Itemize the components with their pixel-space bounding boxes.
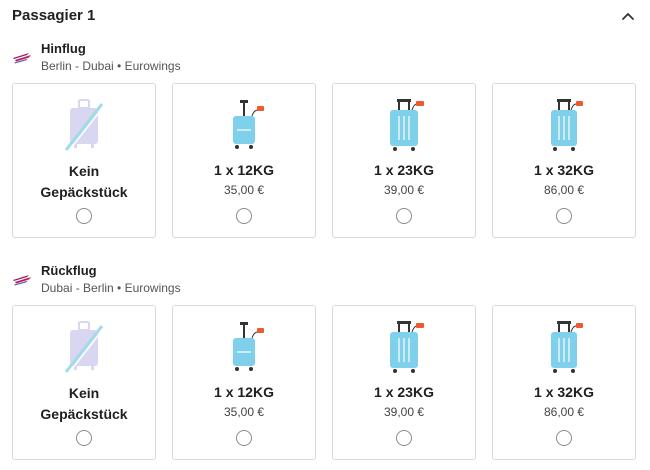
radio-button[interactable] bbox=[76, 208, 92, 224]
baggage-option-23kg[interactable]: 1 x 23KG 39,00 € bbox=[332, 83, 476, 238]
flight-route: Dubai - Berlin • Eurowings bbox=[41, 281, 181, 295]
baggage-option-12kg[interactable]: 1 x 12KG 35,00 € bbox=[172, 83, 316, 238]
no-baggage-line2: Gepäckstück bbox=[40, 184, 128, 200]
flight-outbound: Hinflug Berlin - Dubai • Eurowings Kein … bbox=[12, 41, 640, 238]
radio-button[interactable] bbox=[556, 208, 572, 224]
suitcase-small-icon bbox=[222, 98, 266, 154]
chevron-up-icon[interactable] bbox=[620, 8, 636, 24]
flight-route: Berlin - Dubai • Eurowings bbox=[41, 59, 181, 73]
passenger-header: Passagier 1 bbox=[12, 5, 640, 27]
baggage-options: Kein Gepäckstück 1 x 12KG 35,00 € 1 x 23… bbox=[12, 305, 640, 463]
radio-button[interactable] bbox=[556, 430, 572, 446]
baggage-price: 39,00 € bbox=[383, 405, 425, 419]
no-baggage-label: Kein Gepäckstück bbox=[13, 161, 155, 203]
radio-button[interactable] bbox=[236, 208, 252, 224]
flight-return: Rückflug Dubai - Berlin • Eurowings Kein… bbox=[12, 263, 640, 460]
no-baggage-line1: Kein bbox=[68, 163, 100, 179]
baggage-weight: 1 x 32KG bbox=[534, 384, 594, 400]
no-luggage-icon bbox=[62, 320, 106, 376]
suitcase-large-icon bbox=[542, 98, 586, 154]
baggage-price: 39,00 € bbox=[383, 183, 425, 197]
baggage-weight: 1 x 12KG bbox=[214, 162, 274, 178]
baggage-price: 86,00 € bbox=[543, 183, 585, 197]
flight-header: Rückflug Dubai - Berlin • Eurowings bbox=[12, 263, 640, 299]
radio-button[interactable] bbox=[76, 430, 92, 446]
baggage-option-none[interactable]: Kein Gepäckstück bbox=[12, 83, 156, 238]
suitcase-medium-icon bbox=[382, 320, 426, 376]
baggage-weight: 1 x 23KG bbox=[374, 384, 434, 400]
baggage-option-32kg[interactable]: 1 x 32KG 86,00 € bbox=[492, 83, 636, 238]
baggage-option-none[interactable]: Kein Gepäckstück bbox=[12, 305, 156, 460]
suitcase-large-icon bbox=[542, 320, 586, 376]
eurowings-logo-icon bbox=[12, 273, 32, 286]
radio-button[interactable] bbox=[396, 430, 412, 446]
eurowings-logo-icon bbox=[12, 51, 32, 64]
baggage-options: Kein Gepäckstück 1 x 12KG 35,00 € 1 x 23… bbox=[12, 83, 640, 241]
radio-button[interactable] bbox=[236, 430, 252, 446]
no-baggage-label: Kein Gepäckstück bbox=[13, 383, 155, 425]
baggage-weight: 1 x 23KG bbox=[374, 162, 434, 178]
baggage-price: 35,00 € bbox=[223, 405, 265, 419]
no-baggage-line1: Kein bbox=[68, 385, 100, 401]
baggage-price: 35,00 € bbox=[223, 183, 265, 197]
flight-header: Hinflug Berlin - Dubai • Eurowings bbox=[12, 41, 640, 77]
passenger-title: Passagier 1 bbox=[12, 7, 96, 24]
baggage-weight: 1 x 12KG bbox=[214, 384, 274, 400]
flight-title: Rückflug bbox=[41, 263, 97, 278]
no-baggage-line2: Gepäckstück bbox=[40, 406, 128, 422]
baggage-weight: 1 x 32KG bbox=[534, 162, 594, 178]
suitcase-small-icon bbox=[222, 320, 266, 376]
baggage-option-32kg[interactable]: 1 x 32KG 86,00 € bbox=[492, 305, 636, 460]
suitcase-medium-icon bbox=[382, 98, 426, 154]
radio-button[interactable] bbox=[396, 208, 412, 224]
baggage-option-23kg[interactable]: 1 x 23KG 39,00 € bbox=[332, 305, 476, 460]
baggage-option-12kg[interactable]: 1 x 12KG 35,00 € bbox=[172, 305, 316, 460]
baggage-price: 86,00 € bbox=[543, 405, 585, 419]
flight-title: Hinflug bbox=[41, 41, 86, 56]
no-luggage-icon bbox=[62, 98, 106, 154]
